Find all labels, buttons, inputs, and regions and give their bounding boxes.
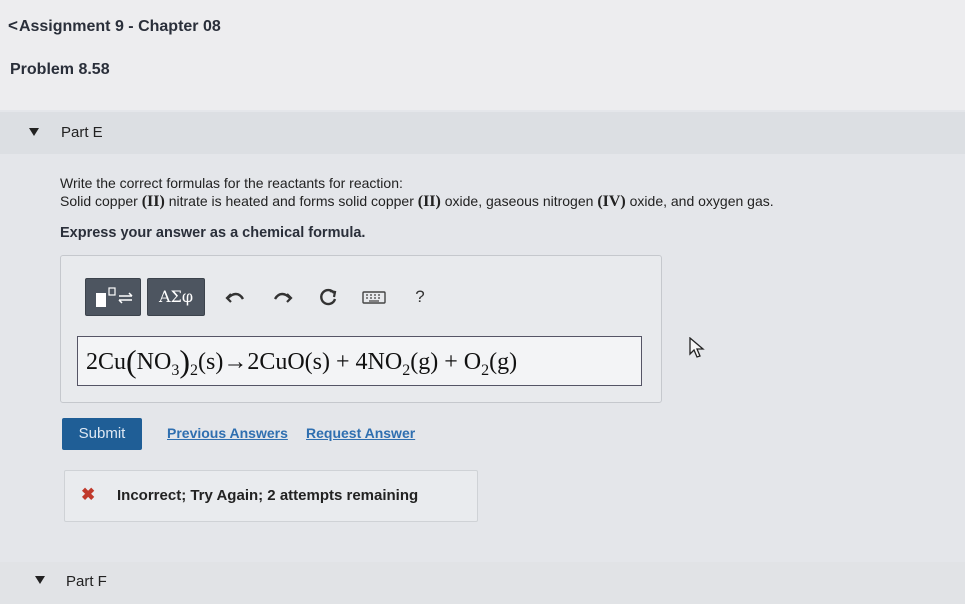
templates-button[interactable] — [85, 278, 141, 316]
undo-icon[interactable] — [225, 286, 247, 308]
question-line-2: Solid copper (II) nitrate is heated and … — [60, 192, 774, 211]
answer-instruction: Express your answer as a chemical formul… — [60, 225, 366, 241]
answer-input-panel: ΑΣφ ? 2Cu(NO3)2(s)→2CuO(s) + 4NO2(g) + O… — [60, 255, 662, 403]
incorrect-x-icon: ✖ — [81, 485, 96, 504]
previous-answers-link[interactable]: Previous Answers — [167, 425, 288, 441]
formula-plus: + — [330, 349, 356, 375]
formula-part: (s) — [198, 349, 224, 375]
formula-arrow: → — [223, 349, 248, 375]
part-f-label: Part F — [66, 573, 107, 590]
redo-icon[interactable] — [271, 286, 293, 308]
formula-part: 4NO — [355, 349, 403, 375]
formula-paren: ( — [126, 343, 137, 379]
question-text: Write the correct formulas for the react… — [60, 174, 774, 211]
collapse-triangle-icon[interactable] — [35, 576, 45, 584]
page-header: <Assignment 9 - Chapter 08 Problem 8.58 — [0, 0, 965, 110]
feedback-message-box: ✖ Incorrect; Try Again; 2 attempts remai… — [64, 470, 478, 522]
formula-plus: + — [438, 349, 464, 375]
answer-input-field[interactable]: 2Cu(NO3)2(s)→2CuO(s) + 4NO2(g) + O2(g) — [77, 336, 642, 386]
feedback-text: Incorrect; Try Again; 2 attempts remaini… — [117, 487, 419, 504]
roman-numeral: (II) — [141, 193, 165, 210]
keyboard-icon[interactable] — [362, 286, 386, 308]
part-e-header[interactable]: Part E — [0, 112, 965, 154]
formula-subscript: 2 — [481, 362, 490, 379]
formula-part: NO — [136, 349, 172, 375]
formula-part: 2CuO(s) — [247, 349, 330, 375]
problem-title: Problem 8.58 — [10, 61, 110, 78]
mouse-pointer-icon — [689, 337, 705, 358]
part-e-label: Part E — [61, 124, 103, 141]
formula-paren: ) — [179, 343, 190, 379]
part-f-header[interactable]: Part F — [0, 562, 965, 604]
question-line-1: Write the correct formulas for the react… — [60, 175, 403, 191]
formula-part: (g) — [410, 349, 439, 375]
formula-part: O — [463, 349, 482, 375]
question-text-part: nitrate is heated and forms solid copper — [164, 193, 418, 209]
question-text-part: Solid copper — [60, 193, 142, 209]
greek-letters-button[interactable]: ΑΣφ — [147, 278, 205, 316]
assignment-title: Assignment 9 - Chapter 08 — [18, 18, 221, 35]
question-text-part: oxide, and oxygen gas. — [625, 193, 774, 209]
roman-numeral: (II) — [417, 193, 441, 210]
back-to-assignment-link[interactable]: <Assignment 9 - Chapter 08 — [8, 16, 221, 36]
help-icon[interactable]: ? — [409, 286, 431, 308]
request-answer-link[interactable]: Request Answer — [306, 425, 415, 441]
formula-subscript: 2 — [190, 362, 198, 379]
templates-icon — [96, 287, 133, 307]
formula-part: (g) — [489, 349, 518, 375]
chevron-left-icon: < — [8, 16, 18, 35]
question-text-part: oxide, gaseous nitrogen — [440, 193, 598, 209]
collapse-triangle-icon[interactable] — [29, 128, 39, 136]
submit-button[interactable]: Submit — [62, 418, 142, 450]
roman-numeral: (IV) — [597, 193, 626, 210]
formula-part: 2Cu — [86, 349, 127, 375]
reset-icon[interactable] — [317, 286, 339, 308]
